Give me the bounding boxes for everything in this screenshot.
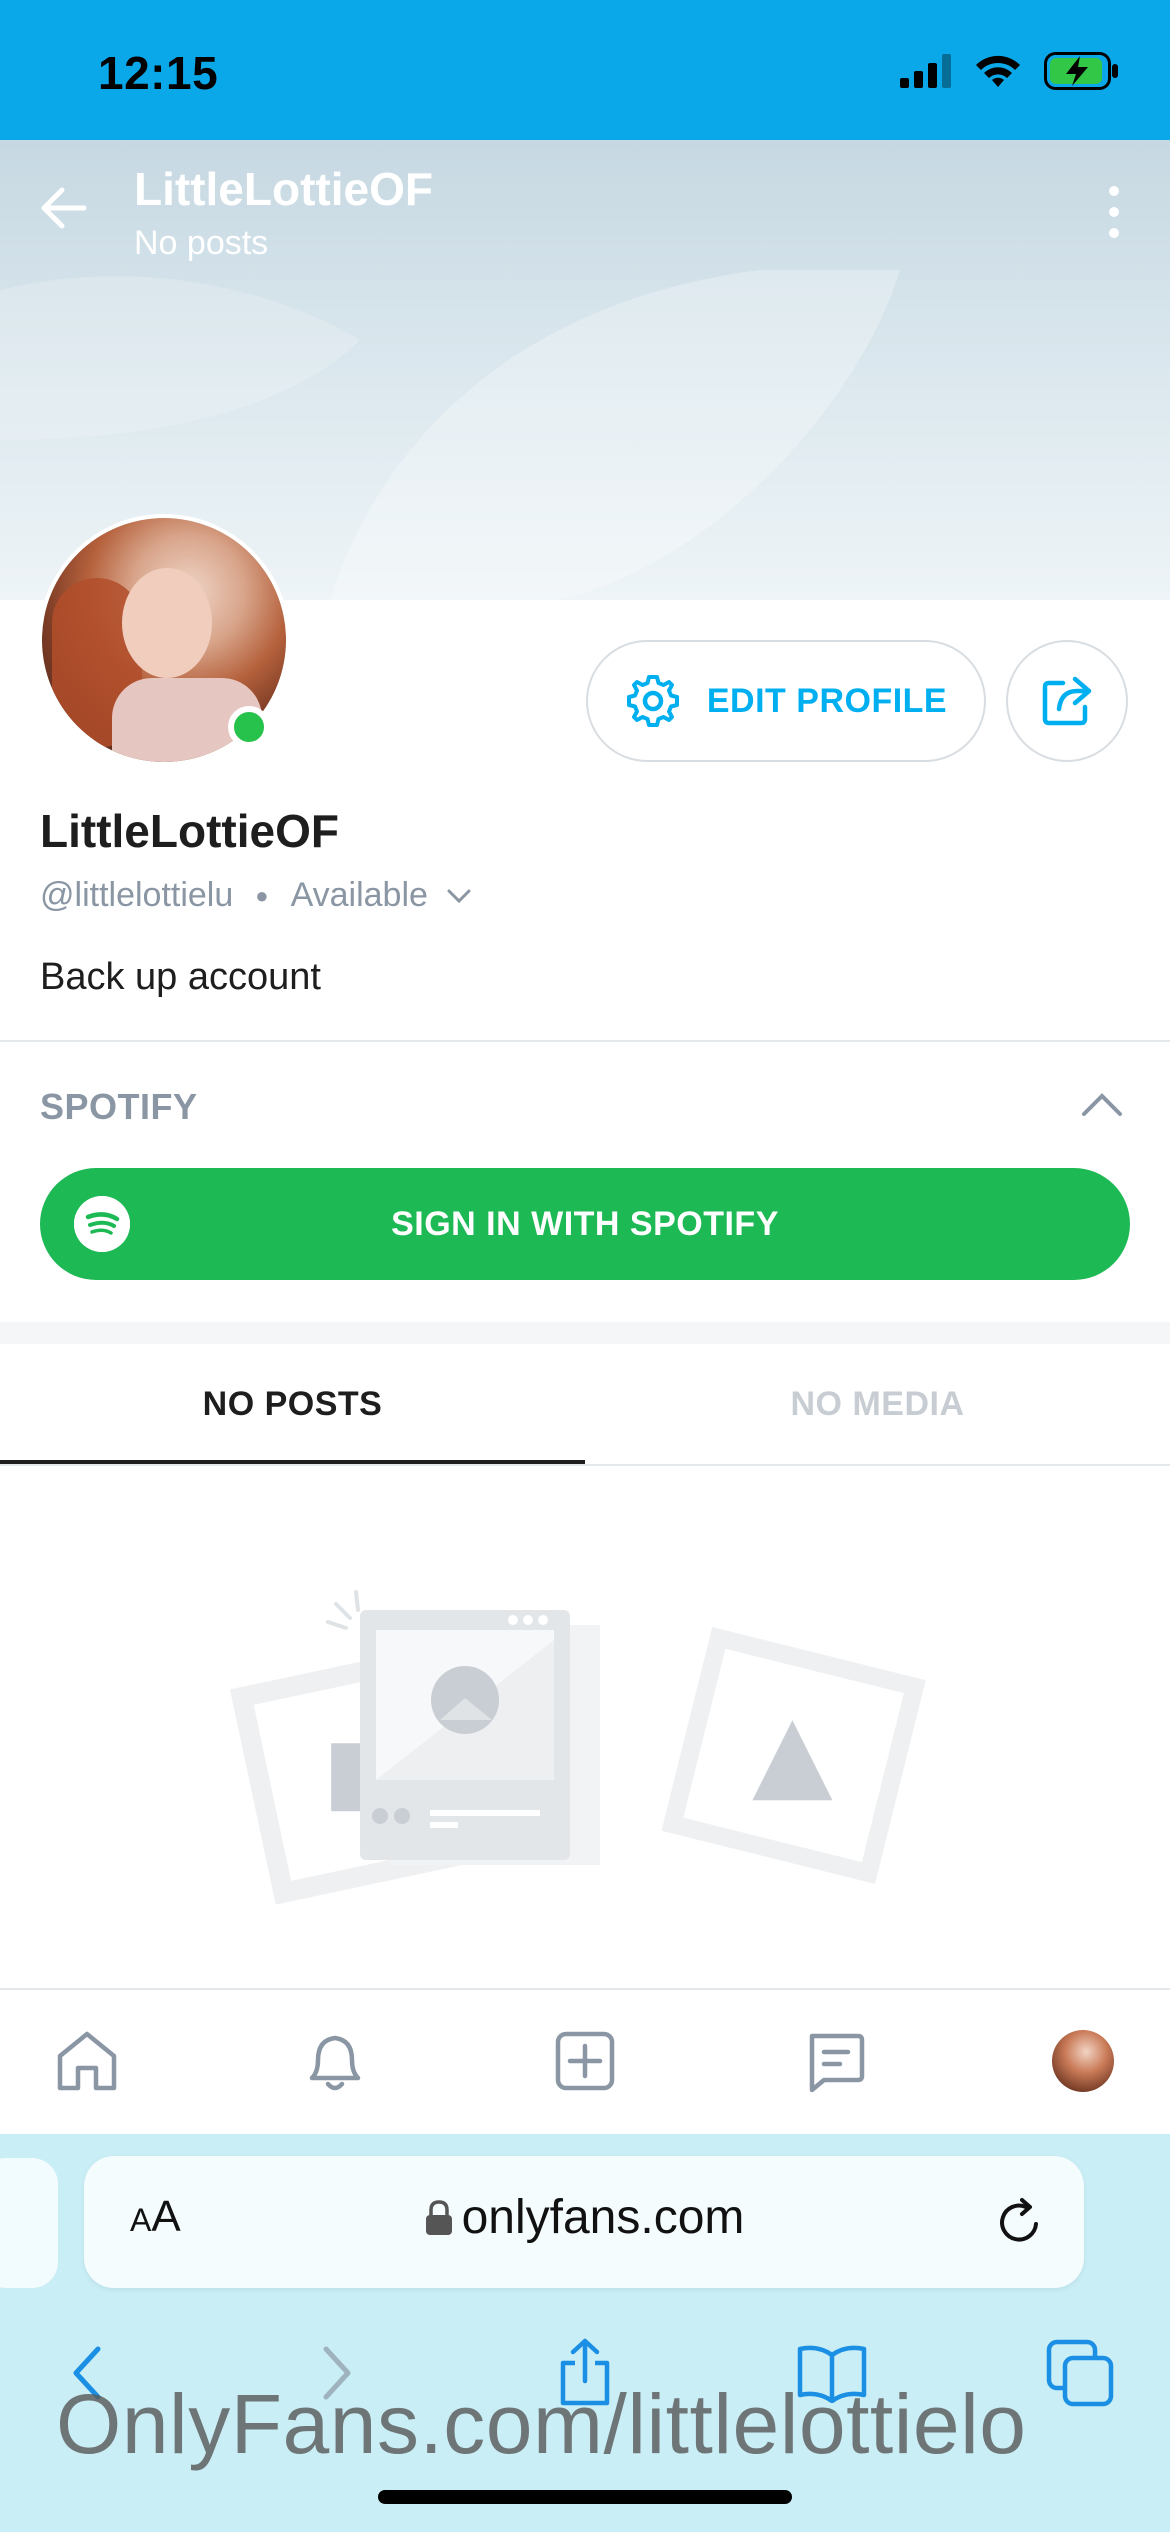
home-indicator[interactable]	[378, 2490, 792, 2504]
add-post-icon	[555, 2031, 615, 2091]
nav-notifications-button[interactable]	[290, 2016, 380, 2106]
tabs-divider	[0, 1464, 1170, 1466]
profile-meta-row: @littlelottielu ● Available	[40, 876, 472, 915]
address-bar[interactable]: AA onlyfans.com	[84, 2156, 1084, 2288]
profile-display-name: LittleLottieOF	[40, 805, 339, 857]
battery-charging-icon	[1044, 52, 1118, 90]
cellular-signal-icon	[900, 54, 951, 88]
profile-username: @littlelottielu	[40, 876, 234, 914]
section-divider	[0, 1040, 1170, 1042]
nav-messages-button[interactable]	[790, 2016, 880, 2106]
edit-profile-label: EDIT PROFILE	[706, 681, 948, 720]
online-status-indicator	[228, 706, 270, 748]
sign-in-with-spotify-label: SIGN IN WITH SPOTIFY	[391, 1204, 779, 1243]
back-button[interactable]	[36, 180, 92, 236]
availability-status[interactable]: Available	[291, 876, 428, 915]
bottom-navigation	[0, 1988, 1170, 2134]
status-icons	[900, 52, 1120, 90]
home-icon	[57, 2031, 117, 2091]
more-vertical-icon	[1109, 186, 1119, 196]
profile-avatar	[1052, 2030, 1114, 2092]
status-bar: 12:15	[0, 0, 1170, 140]
tab-posts[interactable]: NO POSTS	[0, 1344, 585, 1464]
share-profile-button[interactable]	[1006, 640, 1128, 762]
nav-home-button[interactable]	[42, 2016, 132, 2106]
nav-profile-button[interactable]	[1038, 2016, 1128, 2106]
tabs-icon	[1046, 2339, 1114, 2407]
back-arrow-icon	[41, 187, 87, 229]
previous-tab-preview[interactable]	[0, 2158, 58, 2288]
share-icon	[1042, 676, 1092, 726]
url-text: onlyfans.com	[461, 2191, 745, 2244]
url-display[interactable]: onlyfans.com	[84, 2190, 1084, 2245]
nav-add-post-button[interactable]	[540, 2016, 630, 2106]
section-gap	[0, 1322, 1170, 1344]
spotify-logo-icon	[74, 1196, 130, 1252]
reload-button[interactable]	[992, 2194, 1048, 2250]
gear-icon	[626, 675, 679, 727]
messages-icon	[809, 2033, 865, 2093]
profile-bio: Back up account	[40, 956, 321, 998]
edit-profile-button[interactable]: EDIT PROFILE	[586, 640, 986, 762]
status-time: 12:15	[98, 47, 219, 99]
spotify-section-title: SPOTIFY	[40, 1086, 198, 1127]
notifications-bell-icon	[309, 2035, 361, 2091]
separator-dot: ●	[255, 882, 269, 908]
header-title: LittleLottieOF	[134, 163, 433, 215]
sign-in-with-spotify-button[interactable]: SIGN IN WITH SPOTIFY	[40, 1168, 1130, 1280]
browser-tabs-button[interactable]	[1040, 2328, 1120, 2418]
watermark-text: OnlyFans.com/littlelottielo	[56, 2377, 1027, 2471]
more-options-button[interactable]	[1094, 186, 1134, 238]
empty-posts-illustration	[230, 1590, 926, 1905]
chevron-down-icon[interactable]	[446, 888, 472, 904]
header-subtitle: No posts	[134, 224, 269, 262]
wifi-icon	[976, 55, 1020, 87]
reload-icon	[1000, 2198, 1038, 2242]
chevron-up-icon[interactable]	[1080, 1090, 1124, 1123]
tab-media[interactable]: NO MEDIA	[585, 1344, 1170, 1464]
lock-icon	[425, 2199, 452, 2235]
